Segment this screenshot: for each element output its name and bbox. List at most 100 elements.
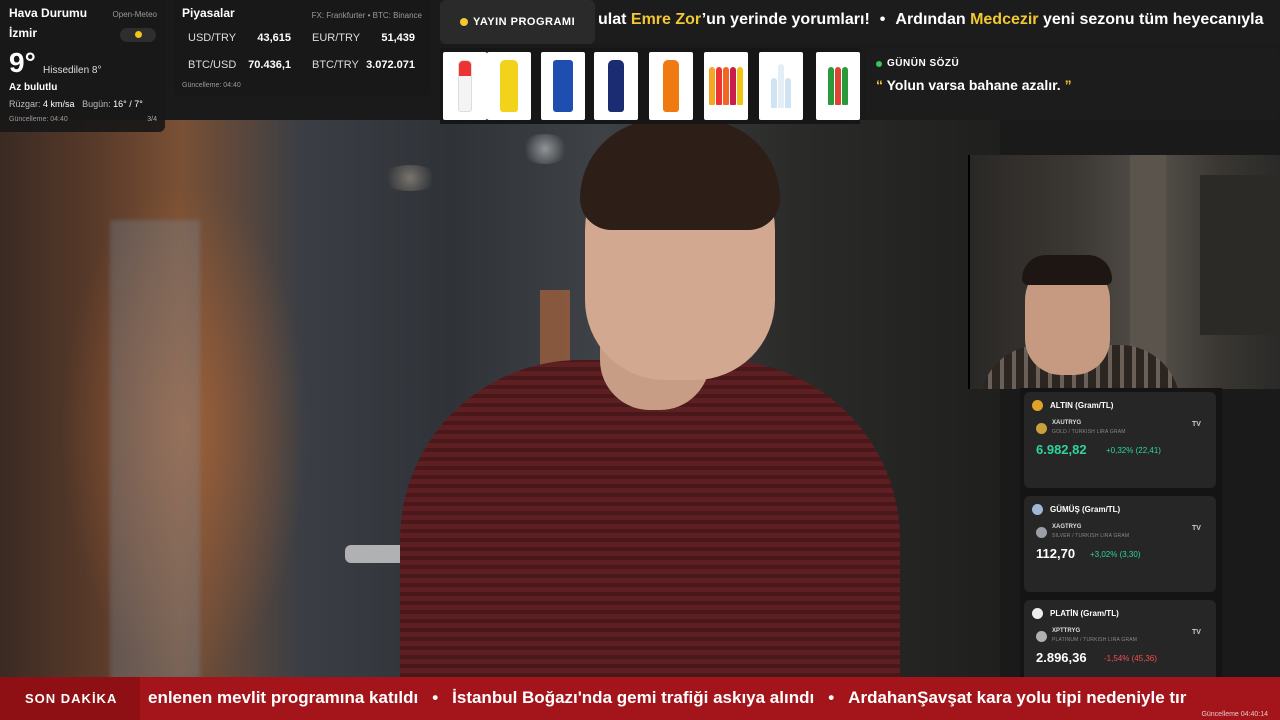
product-orange-drink — [649, 52, 693, 120]
breaking-separator: • — [432, 688, 439, 707]
ticker-separator: • — [879, 11, 886, 28]
metal-change: +0,32% (22,41) — [1106, 446, 1161, 455]
product-green-bottles — [816, 52, 860, 120]
metals-panel: ALTIN (Gram/TL) XAUTRYG GOLD / TURKISH L… — [1020, 388, 1222, 696]
ticker-highlight: Medcezir — [970, 11, 1039, 28]
quote-open-mark: “ — [876, 77, 883, 93]
market-label: BTC/USD — [188, 59, 237, 71]
metal-change: -1,54% (45,36) — [1104, 654, 1157, 663]
product-soda-bottle — [487, 52, 531, 120]
coin-icon — [1036, 527, 1047, 538]
breaking-item: İstanbul Boğazı'nda gemi trafiği askıya … — [452, 688, 815, 707]
quote-of-day: GÜNÜN SÖZÜ “ Yolun varsa bahane azalır. … — [866, 48, 1280, 120]
metal-description: SILVER / TURKISH LIRA GRAM — [1052, 533, 1130, 539]
weather-page-indicator: 3/4 — [147, 116, 157, 123]
market-label: EUR/TRY — [312, 32, 361, 44]
metal-symbol: XAGTRYG — [1052, 524, 1082, 530]
metal-card-header: ALTIN (Gram/TL) — [1032, 400, 1208, 411]
breaking-ticker: enlenen mevlit programına katıldı • İstanb… — [148, 688, 1186, 708]
metal-card-header: PLATİN (Gram/TL) — [1032, 608, 1208, 619]
quote-body: Yolun varsa bahane azalır. — [883, 77, 1065, 93]
webcam-feed — [968, 155, 1280, 389]
markets-source: FX: Frankfurter • BTC: Binance — [311, 11, 422, 20]
product-water-bottle — [443, 52, 487, 120]
weather-condition: Az bulutlu — [9, 82, 58, 93]
market-value: 3.072.071 — [366, 59, 415, 71]
metal-symbol: XPTTRYG — [1052, 628, 1081, 634]
metal-title: GÜMÜŞ (Gram/TL) — [1050, 505, 1121, 514]
market-value: 43,615 — [257, 32, 291, 44]
coin-icon — [1036, 423, 1047, 434]
breaking-separator: • — [828, 688, 835, 707]
actor-hair — [580, 120, 780, 230]
product-water-bottles — [759, 52, 803, 120]
door-handle — [345, 545, 405, 563]
medal-gold-icon — [1032, 400, 1043, 411]
metal-card-silver[interactable]: GÜMÜŞ (Gram/TL) XAGTRYG SILVER / TURKISH… — [1024, 496, 1216, 592]
metal-price: 2.896,36 — [1036, 650, 1087, 665]
product-multi-bottles — [704, 52, 748, 120]
schedule-ticker: YAYIN PROGRAMI ulat Emre Zor’un yerinde … — [440, 0, 1280, 44]
markets-widget: Piyasalar FX: Frankfurter • BTC: Binance… — [174, 0, 431, 96]
metal-title: ALTIN (Gram/TL) — [1050, 401, 1114, 410]
weather-temperature: 9° — [9, 47, 36, 78]
metal-title: PLATİN (Gram/TL) — [1050, 609, 1119, 618]
ceiling-light — [380, 165, 440, 191]
ticker-text: ulat — [598, 11, 631, 28]
breaking-item: ArdahanŞavşat kara yolu tipi nedeniyle t… — [848, 688, 1187, 707]
metal-description: GOLD / TURKISH LIRA GRAM — [1052, 429, 1126, 435]
quote-text: “ Yolun varsa bahane azalır. ” — [876, 77, 1270, 93]
metal-card-header: GÜMÜŞ (Gram/TL) — [1032, 504, 1208, 515]
product-can — [541, 52, 585, 120]
wind-label: Rüzgar: — [9, 99, 41, 109]
metal-description: PLATINUM / TURKISH LIRA GRAM — [1052, 637, 1138, 643]
market-value: 51,439 — [381, 32, 415, 44]
ticker-text: ’un yerinde yorumları! — [701, 11, 870, 28]
breaking-updated: Güncelleme 04:40:14 — [1201, 711, 1268, 718]
tradingview-icon: TV — [1192, 629, 1201, 636]
metal-price: 6.982,82 — [1036, 442, 1087, 457]
metal-price: 112,70 — [1036, 546, 1076, 561]
metal-card-gold[interactable]: ALTIN (Gram/TL) XAUTRYG GOLD / TURKISH L… — [1024, 392, 1216, 488]
sun-icon — [120, 28, 156, 42]
schedule-ticker-text: ulat Emre Zor’un yerinde yorumları! • Ardı… — [598, 11, 1264, 29]
webcam-wall-panel — [1200, 175, 1280, 335]
today-label: Bugün: — [82, 99, 111, 109]
weather-widget: Hava Durumu Open-Meteo İzmir 9° Hissedil… — [0, 0, 165, 132]
platinum-icon — [1032, 608, 1043, 619]
schedule-badge: YAYIN PROGRAMI — [440, 0, 595, 44]
weather-feels-like: Hissedilen 8° — [43, 65, 102, 76]
product-bottle-navy — [594, 52, 638, 120]
ticker-text: Ardından — [895, 11, 971, 28]
tradingview-icon: TV — [1192, 421, 1201, 428]
coin-icon — [1036, 631, 1047, 642]
weather-updated: Güncelleme: 04:40 — [9, 116, 68, 123]
medal-silver-icon — [1032, 504, 1043, 515]
metal-change: +3,02% (3,30) — [1090, 550, 1141, 559]
quote-label: GÜNÜN SÖZÜ — [876, 58, 1270, 69]
background-window — [110, 220, 200, 680]
markets-updated: Güncelleme: 04:40 — [182, 82, 241, 89]
market-label: BTC/TRY — [312, 59, 359, 71]
breaking-item: enlenen mevlit programına katıldı — [148, 688, 419, 707]
ticker-text: yeni sezonu tüm heyecanıyla — [1038, 11, 1264, 28]
wind-value: 4 km/sa — [43, 99, 75, 109]
streamer-hair — [1022, 255, 1112, 285]
market-label: USD/TRY — [188, 32, 237, 44]
market-value: 70.436,1 — [248, 59, 291, 71]
status-dot-icon — [876, 60, 882, 67]
breaking-label: SON DAKİKA — [0, 677, 140, 720]
schedule-label: YAYIN PROGRAMI — [473, 16, 576, 28]
quote-title: GÜNÜN SÖZÜ — [887, 58, 960, 69]
tradingview-icon: TV — [1192, 525, 1201, 532]
weather-wind: Rüzgar: 4 km/sa Bugün: 16° / 7° — [9, 99, 143, 109]
ceiling-light — [520, 134, 570, 164]
live-dot-icon — [460, 18, 468, 26]
sponsor-products — [440, 48, 860, 124]
video-frame — [0, 120, 1000, 680]
stream-overlay: Hava Durumu Open-Meteo İzmir 9° Hissedil… — [0, 0, 1280, 720]
breaking-news-bar: SON DAKİKA enlenen mevlit programına kat… — [0, 677, 1280, 720]
today-value: 16° / 7° — [113, 99, 143, 109]
metal-symbol: XAUTRYG — [1052, 420, 1082, 426]
quote-close-mark: ” — [1064, 77, 1072, 93]
